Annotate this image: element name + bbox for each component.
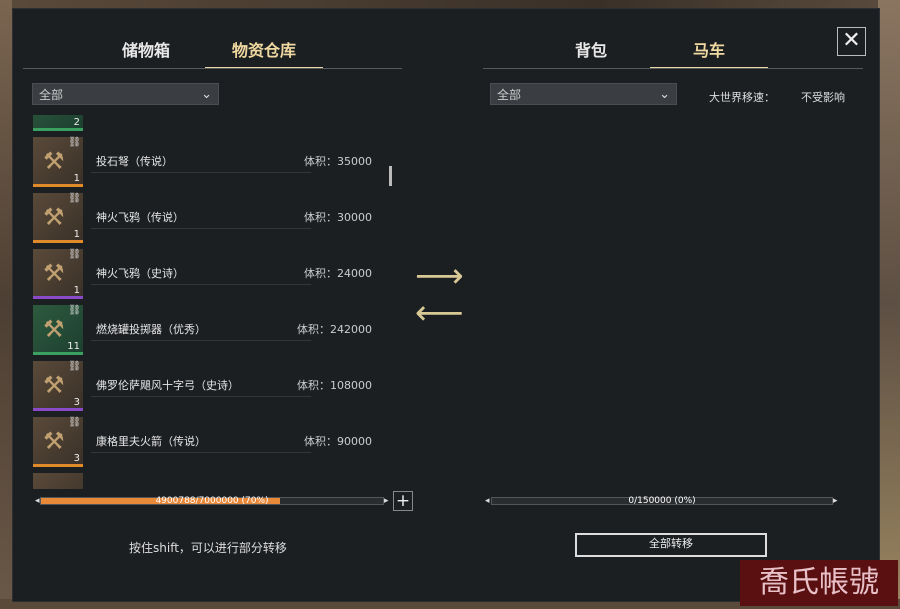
- item-volume: 体积：242000: [297, 323, 372, 336]
- item-thumbnail: ⚒ ⛓ 3: [33, 417, 83, 467]
- item-volume: 体积：35000: [304, 155, 372, 168]
- item-count: 1: [73, 229, 80, 240]
- row-divider: [91, 396, 311, 397]
- item-thumbnail: ⚒ ⛓ 1: [33, 137, 83, 187]
- item-volume: 体积：30000: [304, 211, 372, 224]
- siege-weapon-icon: ⚒: [43, 371, 65, 399]
- tab-storage-box[interactable]: 储物箱: [87, 37, 205, 69]
- list-item[interactable]: ⚒ ⛓ 1 投石弩（传说） 体积：35000: [33, 135, 379, 191]
- close-icon: ✕: [842, 28, 861, 53]
- item-volume: 体积：24000: [304, 267, 372, 280]
- row-divider: [91, 172, 311, 173]
- list-item[interactable]: ⚒ ⛓ 11 燃烧罐投掷器（优秀） 体积：242000: [33, 303, 379, 359]
- siege-weapon-icon: ⚒: [43, 259, 65, 287]
- right-bar-end-cap: ▸: [833, 496, 838, 506]
- item-thumbnail: 2: [33, 115, 83, 131]
- list-item[interactable]: ⚒ ⛓ 1 神火飞鸦（传说） 体积：30000: [33, 191, 379, 247]
- chevron-down-icon: ⌄: [201, 87, 212, 102]
- list-item[interactable]: ⚒ ⛓ 1 神火飞鸦（史诗） 体积：24000: [33, 247, 379, 303]
- transfer-left-arrow-icon[interactable]: ⟵: [415, 296, 464, 330]
- item-name: 燃烧罐投掷器（优秀）: [96, 323, 206, 336]
- shift-hint-text: 按住shift，可以进行部分转移: [129, 541, 287, 555]
- list-item[interactable]: 2: [33, 115, 379, 135]
- link-icon: ⛓: [68, 417, 81, 428]
- item-thumbnail: ⚒ ⛓ 3: [33, 361, 83, 411]
- expand-capacity-button[interactable]: +: [393, 491, 413, 511]
- world-speed-label: 大世界移速：: [709, 91, 775, 104]
- item-count: 11: [67, 341, 80, 352]
- item-count: 2: [73, 117, 80, 128]
- item-count: 1: [73, 173, 80, 184]
- link-icon: ⛓: [68, 193, 81, 204]
- close-button[interactable]: ✕: [837, 27, 866, 56]
- item-name: 投石弩（传说）: [96, 155, 173, 168]
- right-tab-bar: 背包 马车: [532, 37, 768, 69]
- transfer-panel: 储物箱 物资仓库 背包 马车 ✕ 全部 ⌄ 全部 ⌄ 大世界移速： 不受影响 2…: [12, 8, 880, 602]
- item-volume: 体积：90000: [304, 435, 372, 448]
- right-tab-divider: [483, 68, 863, 69]
- list-item[interactable]: ⚒ ⛓ 3 佛罗伦萨飓风十字弓（史诗） 体积：108000: [33, 359, 379, 415]
- item-name: 康格里夫火箭（传说）: [96, 435, 206, 448]
- link-icon: ⛓: [68, 137, 81, 148]
- item-count: 3: [73, 453, 80, 464]
- chevron-down-icon: ⌄: [659, 87, 670, 102]
- left-filter-value: 全部: [39, 88, 64, 102]
- left-filter-dropdown[interactable]: 全部 ⌄: [32, 83, 219, 105]
- siege-weapon-icon: ⚒: [43, 427, 65, 455]
- right-filter-dropdown[interactable]: 全部 ⌄: [490, 83, 677, 105]
- left-capacity-bar: 4900788/7000000 (70%): [40, 496, 384, 506]
- world-speed-value: 不受影响: [801, 91, 845, 104]
- right-bar-start-cap: ◂: [485, 496, 490, 506]
- item-name: 神火飞鸦（传说）: [96, 211, 184, 224]
- item-volume: 体积：108000: [297, 379, 372, 392]
- item-thumbnail: ⚒ ⛓ 1: [33, 193, 83, 243]
- left-bar-end-cap: ▸: [384, 496, 389, 506]
- link-icon: ⛓: [68, 305, 81, 316]
- tab-material-warehouse[interactable]: 物资仓库: [205, 37, 323, 69]
- list-item[interactable]: ⚒ ⛓ 3 康格里夫火箭（传说） 体积：90000: [33, 415, 379, 471]
- right-capacity-text: 0/150000 (0%): [628, 496, 696, 506]
- siege-weapon-icon: ⚒: [43, 315, 65, 343]
- right-filter-value: 全部: [497, 88, 522, 102]
- left-tab-divider: [23, 68, 402, 69]
- item-count: 3: [73, 397, 80, 408]
- list-scrollbar[interactable]: [389, 166, 392, 186]
- item-list: 2 ⚒ ⛓ 1 投石弩（传说） 体积：35000 ⚒ ⛓ 1 神火飞鸦（传说） …: [33, 115, 379, 489]
- item-name: 佛罗伦萨飓风十字弓（史诗）: [96, 379, 239, 392]
- row-divider: [91, 284, 311, 285]
- left-tab-bar: 储物箱 物资仓库: [87, 37, 323, 69]
- tab-backpack[interactable]: 背包: [532, 37, 650, 69]
- left-capacity-text: 4900788/7000000 (70%): [155, 496, 269, 506]
- item-thumbnail: [33, 473, 83, 489]
- link-icon: ⛓: [68, 249, 81, 260]
- right-capacity-bar: 0/150000 (0%): [491, 496, 833, 506]
- left-bar-start-cap: ◂: [35, 496, 40, 506]
- link-icon: ⛓: [68, 361, 81, 372]
- item-thumbnail: ⚒ ⛓ 1: [33, 249, 83, 299]
- row-divider: [91, 340, 311, 341]
- transfer-all-button[interactable]: 全部转移: [575, 533, 767, 557]
- item-thumbnail: ⚒ ⛓ 11: [33, 305, 83, 355]
- item-count: 1: [73, 285, 80, 296]
- siege-weapon-icon: ⚒: [43, 147, 65, 175]
- siege-weapon-icon: ⚒: [43, 203, 65, 231]
- row-divider: [91, 452, 311, 453]
- transfer-right-arrow-icon[interactable]: ⟶: [415, 259, 464, 293]
- watermark: 喬氏帳號: [740, 560, 898, 606]
- item-name: 神火飞鸦（史诗）: [96, 267, 184, 280]
- list-item[interactable]: [33, 471, 379, 489]
- row-divider: [91, 228, 311, 229]
- tab-carriage[interactable]: 马车: [650, 37, 768, 69]
